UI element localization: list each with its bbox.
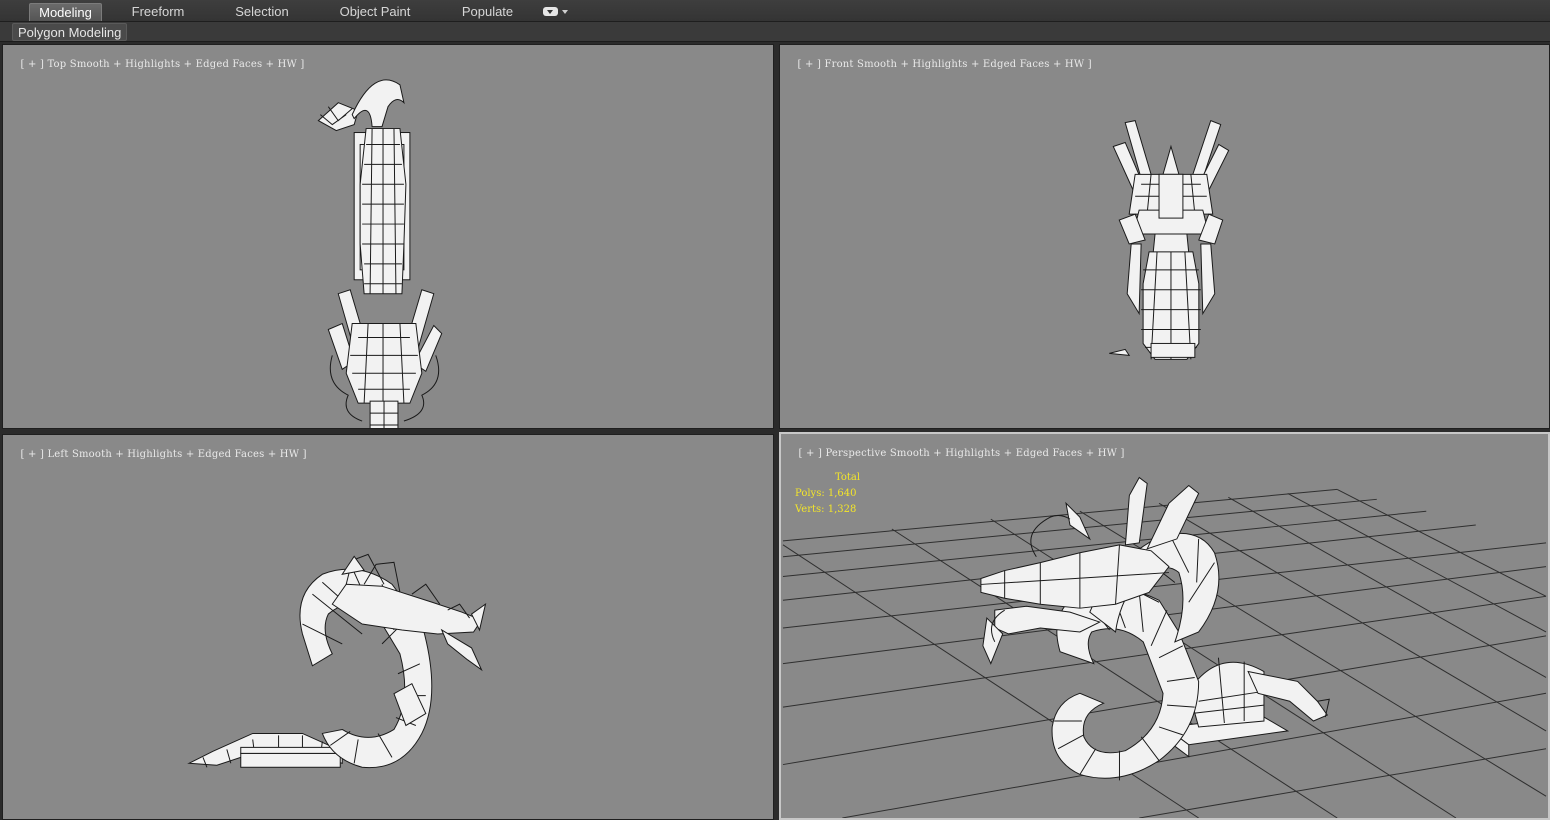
viewport-left[interactable]: [ + ] Left Smooth + Highlights + Edged F… — [2, 434, 774, 820]
tab-selection[interactable]: Selection — [222, 3, 302, 21]
perspective-grid-and-dragon — [782, 476, 1547, 818]
tab-freeform[interactable]: Freeform — [118, 3, 198, 21]
viewport-front[interactable]: [ + ] Front Smooth + Highlights + Edged … — [779, 44, 1550, 429]
tab-populate[interactable]: Populate — [450, 3, 525, 21]
ribbon-options-dropdown-icon[interactable] — [543, 5, 569, 18]
tab-modeling[interactable]: Modeling — [29, 3, 102, 21]
tab-object-paint[interactable]: Object Paint — [330, 3, 420, 21]
ribbon-tab-bar: Modeling Freeform Selection Object Paint… — [0, 0, 1550, 22]
ribbon-panel: Polygon Modeling — [0, 22, 1550, 42]
dragon-mesh-top-view — [317, 79, 443, 428]
viewport-top[interactable]: [ + ] Top Smooth + Highlights + Edged Fa… — [2, 44, 774, 429]
dragon-mesh-perspective — [980, 476, 1330, 781]
dragon-mesh-front-view — [1109, 119, 1230, 360]
dragon-mesh-left-view — [187, 553, 487, 769]
polygon-modeling-panel-toggle[interactable]: Polygon Modeling — [12, 23, 128, 41]
viewport-perspective[interactable]: [ + ] Perspective Smooth + Highlights + … — [779, 432, 1550, 820]
